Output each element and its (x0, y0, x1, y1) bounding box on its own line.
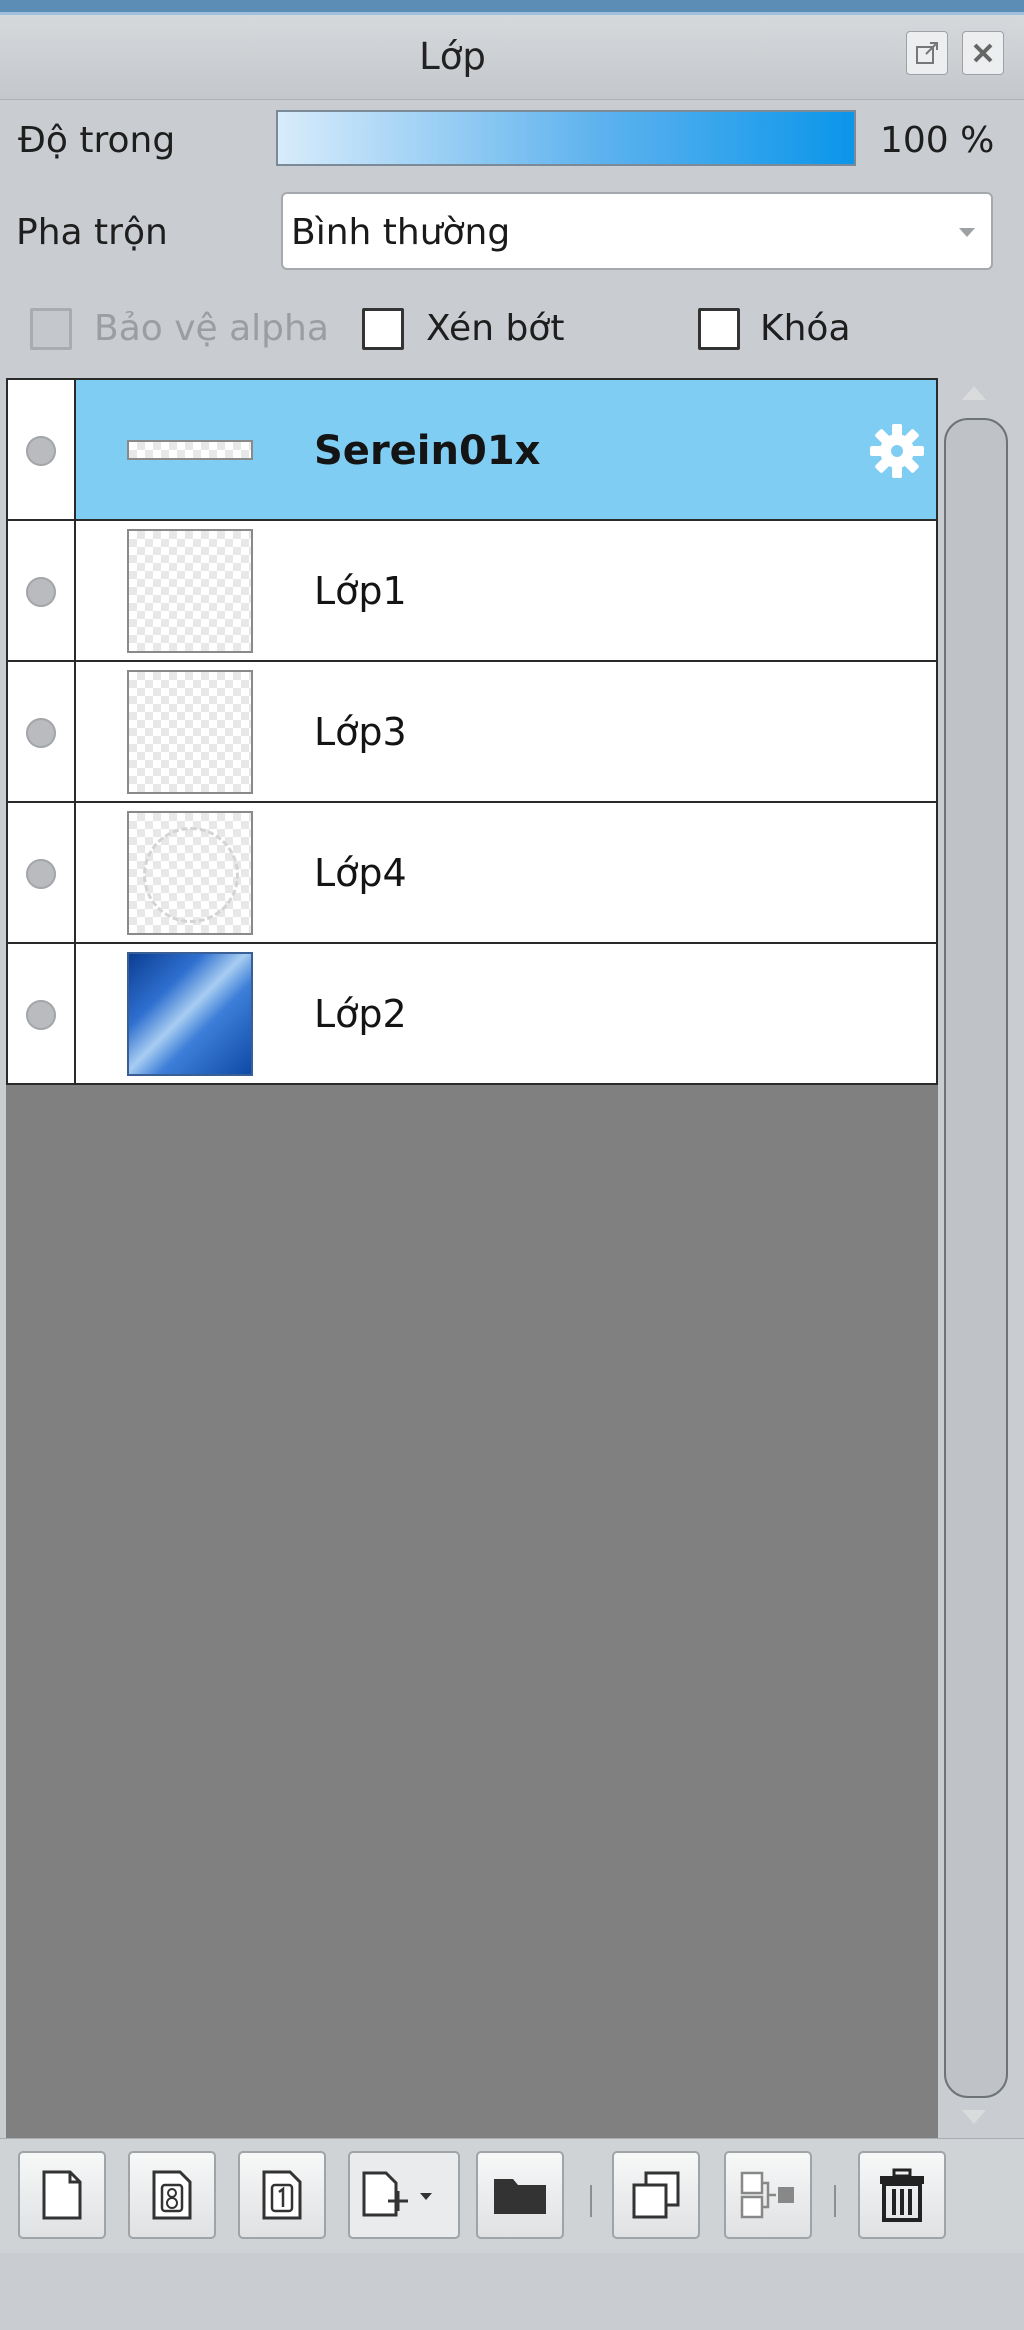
visibility-dot-icon (26, 718, 56, 748)
close-button[interactable] (962, 31, 1004, 75)
merge-layer-button[interactable] (724, 2151, 812, 2239)
visibility-toggle[interactable] (8, 662, 76, 801)
layer-row[interactable]: Serein01x (6, 378, 938, 521)
window-top-border (0, 0, 1024, 15)
layer-list[interactable]: Serein01x Lớp1 Lớp3 Lớp4 Lớp2 (6, 378, 938, 2138)
alpha-protect-checkbox[interactable] (30, 308, 72, 350)
scroll-down-arrow-icon[interactable] (962, 2110, 986, 2124)
layer-name: Lớp1 (314, 569, 407, 613)
layer-row[interactable]: Lớp2 (6, 942, 938, 1085)
clip-checkbox[interactable] (362, 308, 404, 350)
folder-icon (494, 2179, 546, 2214)
layer-name: Lớp2 (314, 992, 407, 1036)
visibility-toggle[interactable] (8, 803, 76, 942)
layer-row[interactable]: Lớp3 (6, 660, 938, 803)
new-folder-button[interactable] (476, 2151, 564, 2239)
delete-layer-button[interactable] (858, 2151, 946, 2239)
toolbar-separator (834, 2185, 836, 2217)
opacity-slider[interactable] (276, 110, 856, 166)
new-layer-button[interactable] (18, 2151, 106, 2239)
new-1bit-layer-icon (262, 2170, 302, 2220)
duplicate-layer-button[interactable] (612, 2151, 700, 2239)
blend-mode-label: Pha trộn (16, 212, 168, 253)
layer-name: Lớp4 (314, 851, 407, 895)
layer-thumbnail (127, 952, 253, 1076)
toolbar-separator (590, 2185, 592, 2217)
layer-name: Serein01x (314, 428, 541, 474)
new-1bit-layer-button[interactable] (238, 2151, 326, 2239)
visibility-toggle[interactable] (8, 944, 76, 1083)
visibility-dot-icon (26, 859, 56, 889)
layer-row[interactable]: Lớp1 (6, 519, 938, 662)
visibility-dot-icon (26, 1000, 56, 1030)
visibility-toggle[interactable] (8, 380, 76, 519)
trash-icon (880, 2168, 924, 2222)
close-icon (973, 43, 993, 63)
panel-titlebar[interactable]: Lớp (0, 15, 1024, 100)
alpha-protect-label: Bảo vệ alpha (94, 308, 329, 349)
add-layer-dropdown-button[interactable] (348, 2151, 460, 2239)
lock-checkbox[interactable] (698, 308, 740, 350)
layer-thumbnail (127, 670, 253, 794)
chevron-down-icon (959, 228, 975, 237)
blend-mode-value: Bình thường (291, 212, 511, 253)
clip-label: Xén bớt (426, 308, 565, 349)
opacity-slider-fill (278, 112, 854, 164)
opacity-value: 100 % (880, 120, 995, 161)
new-layer-icon (42, 2170, 82, 2220)
opacity-label: Độ trong (18, 120, 176, 161)
layer-row[interactable]: Lớp4 (6, 801, 938, 944)
undock-button[interactable] (906, 31, 948, 75)
layer-thumbnail (127, 529, 253, 653)
add-layer-dropdown-icon (362, 2171, 432, 2217)
new-8bit-layer-icon (152, 2170, 192, 2220)
layer-thumbnail (127, 811, 253, 935)
layer-name: Lớp3 (314, 710, 407, 754)
layer-toolbar (0, 2138, 1024, 2253)
scroll-up-arrow-icon[interactable] (962, 386, 986, 400)
undock-icon (916, 42, 938, 64)
lock-label: Khóa (760, 308, 851, 349)
layer-thumbnail (127, 440, 253, 460)
visibility-toggle[interactable] (8, 521, 76, 660)
blend-mode-select[interactable]: Bình thường (281, 192, 993, 270)
gear-icon[interactable] (866, 420, 928, 482)
layer-list-scrollbar[interactable] (942, 378, 1012, 2138)
panel-title: Lớp (419, 35, 486, 78)
visibility-dot-icon (26, 436, 56, 466)
scrollbar-thumb[interactable] (944, 418, 1008, 2098)
new-8bit-layer-button[interactable] (128, 2151, 216, 2239)
duplicate-layer-icon (632, 2171, 680, 2219)
merge-layer-icon (740, 2171, 794, 2219)
visibility-dot-icon (26, 577, 56, 607)
